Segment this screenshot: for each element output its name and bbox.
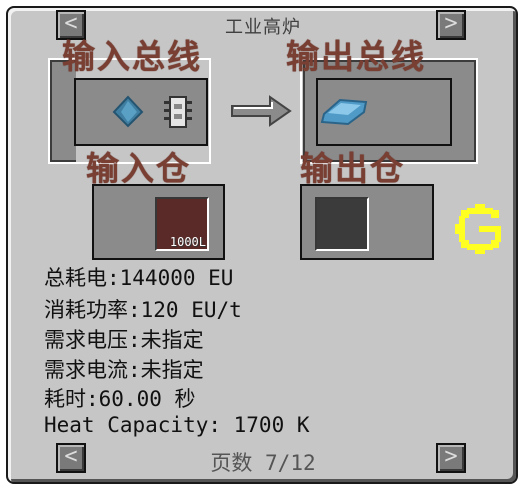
output-fluid-slot[interactable] xyxy=(315,197,369,251)
input-hatch-overlay-label: 输入仓 xyxy=(86,149,191,188)
voltage-text: 需求电压:未指定 xyxy=(44,328,204,352)
total-eu-text: 总耗电:144000 EU xyxy=(44,266,234,290)
eu-per-tick-text: 消耗功率:120 EU/t xyxy=(44,298,242,322)
next-page-button[interactable]: > xyxy=(436,443,466,473)
fluid-amount-label: 1000L xyxy=(169,235,206,249)
ingot-icon[interactable] xyxy=(318,94,370,128)
input-fluid-slot[interactable]: 1000L xyxy=(155,197,209,251)
duration-text: 耗时:60.00 秒 xyxy=(44,387,196,411)
amperage-text: 需求电流:未指定 xyxy=(44,358,204,382)
chevron-right-icon: > xyxy=(444,444,458,469)
input-bus-overlay-label: 输入总线 xyxy=(62,37,202,76)
output-hatch-overlay-label: 输出仓 xyxy=(300,149,405,188)
dust-icon[interactable] xyxy=(111,95,145,129)
output-bus-overlay-label: 输出总线 xyxy=(286,37,426,76)
gregtech-logo-icon xyxy=(455,204,505,254)
heat-capacity-text: Heat Capacity: 1700 K xyxy=(44,413,310,437)
circuit-icon[interactable] xyxy=(163,94,193,130)
arrow-right-icon xyxy=(230,94,292,128)
